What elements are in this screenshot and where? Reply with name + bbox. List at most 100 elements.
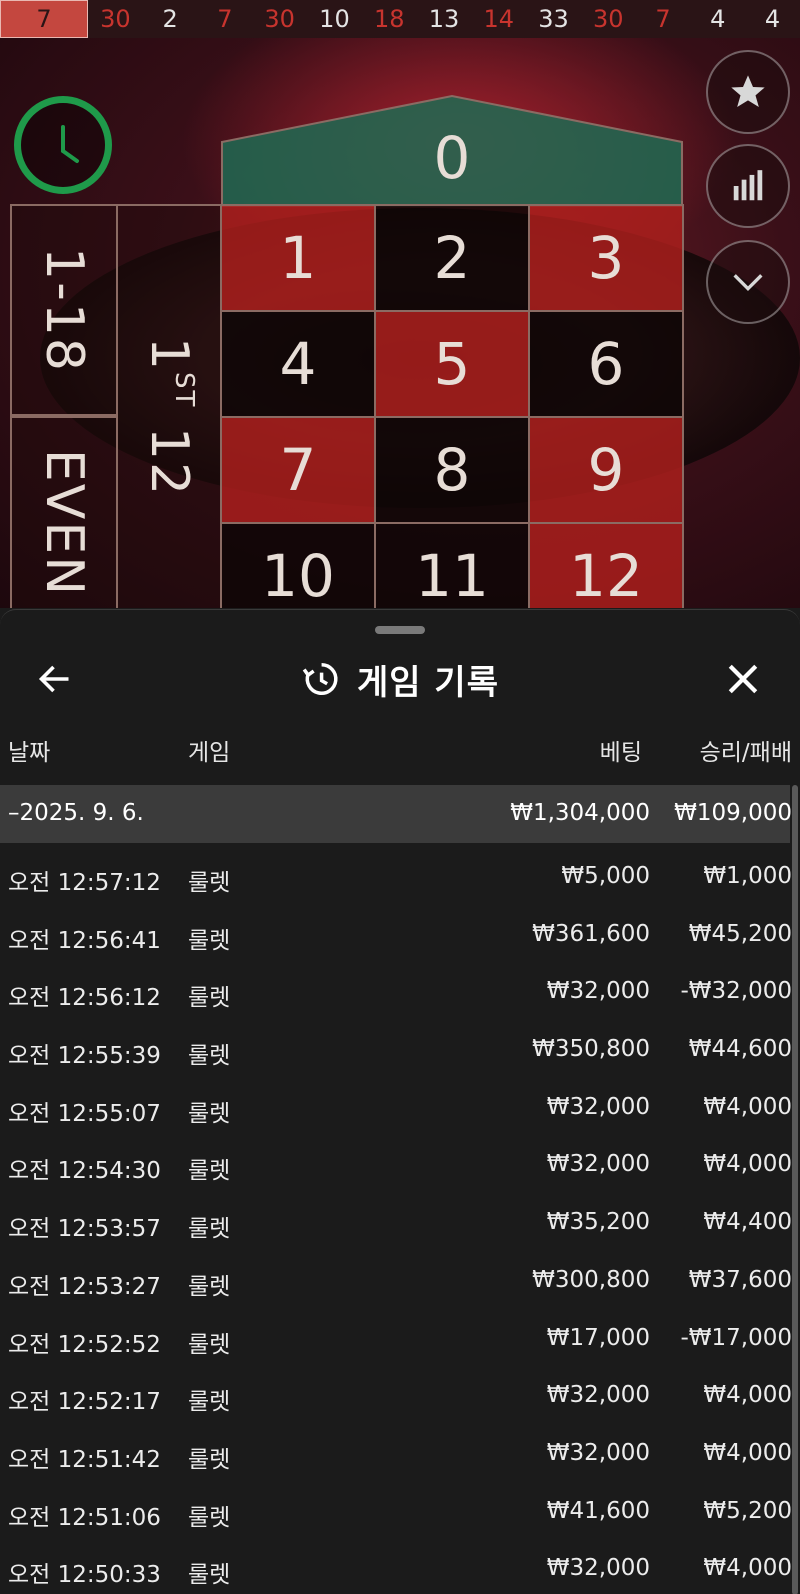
row-time: 오전 12:53:57 [8, 1216, 161, 1243]
row-bet: ₩17,000 [546, 1324, 650, 1351]
row-time: 오전 12:56:12 [8, 985, 161, 1012]
panel-title: 게임 기록 [357, 662, 499, 703]
row-result: ₩4,000 [703, 1151, 792, 1178]
row-time: 오전 12:50:33 [8, 1562, 161, 1589]
row-time: 오전 12:55:39 [8, 1043, 161, 1070]
history-rows: 오전 12:57:12 룰렛 ₩5,000 ₩1,000 오전 12:56:41 룰렛 ₩3… [0, 843, 792, 1593]
number-cell-5[interactable]: 5 [374, 310, 530, 418]
number-cell-9[interactable]: 9 [528, 416, 684, 524]
result-item: 4 [710, 5, 726, 33]
row-game: 룰렛 [188, 1216, 231, 1243]
number-cell-7[interactable]: 7 [220, 416, 376, 524]
history-row[interactable]: 오전 12:56:12 룰렛 ₩32,000 -₩32,000 [0, 958, 792, 1016]
number-cell-6[interactable]: 6 [528, 310, 684, 418]
drag-handle[interactable] [375, 626, 425, 634]
stats-icon [733, 170, 763, 201]
collapse-button[interactable] [706, 240, 790, 324]
row-result: -₩17,000 [680, 1324, 792, 1351]
panel-header: 게임 기록 [0, 644, 800, 714]
result-item: 10 [319, 5, 350, 33]
bet-1st-12[interactable]: 1ST 12 [116, 204, 222, 608]
row-game: 룰렛 [188, 985, 231, 1012]
row-bet: ₩32,000 [546, 1555, 650, 1582]
row-result: -₩32,000 [680, 978, 792, 1005]
history-row[interactable]: 오전 12:51:42 룰렛 ₩32,000 ₩4,000 [0, 1420, 792, 1478]
chevron-down-icon [733, 274, 763, 292]
favorite-button[interactable] [706, 50, 790, 134]
statistics-button[interactable] [706, 144, 790, 228]
zero-cell[interactable]: 0 [220, 94, 684, 208]
row-game: 룰렛 [188, 870, 231, 896]
row-time: 오전 12:55:07 [8, 1100, 161, 1127]
row-game: 룰렛 [188, 1043, 231, 1070]
bet-even-label: EVEN [34, 448, 94, 598]
row-time: 오전 12:53:27 [8, 1273, 161, 1300]
number-cell-10[interactable]: 10 [220, 522, 376, 608]
result-item: 33 [538, 5, 569, 33]
result-item: 30 [593, 5, 624, 33]
clock-icon [61, 125, 79, 163]
row-result: ₩4,000 [703, 1093, 792, 1120]
number-cell-12[interactable]: 12 [528, 522, 684, 608]
column-headers: 날짜 게임 베팅 승리/패배 [0, 723, 800, 773]
history-row[interactable]: 오전 12:57:12 룰렛 ₩5,000 ₩1,000 [0, 843, 792, 901]
svg-text:0: 0 [434, 124, 471, 192]
row-bet: ₩32,000 [546, 1382, 650, 1409]
round-timer [14, 96, 112, 194]
row-bet: ₩350,800 [532, 1036, 650, 1063]
betting-table: 0 1-18 EVEN 1ST 12 1 2 3 4 5 6 7 8 9 10 11 12 [10, 94, 694, 608]
history-row[interactable]: 오전 12:52:52 룰렛 ₩17,000 -₩17,000 [0, 1305, 792, 1363]
group-result-total: ₩109,000 [674, 800, 792, 826]
row-game: 룰렛 [188, 927, 231, 954]
row-bet: ₩32,000 [546, 1439, 650, 1466]
history-row[interactable]: 오전 12:51:06 룰렛 ₩41,600 ₩5,200 [0, 1478, 792, 1536]
number-cell-1[interactable]: 1 [220, 204, 376, 312]
result-item: 2 [162, 5, 178, 33]
column-header-result: 승리/패배 [699, 740, 792, 766]
row-bet: ₩41,600 [546, 1497, 650, 1524]
live-game-view: 0 1-18 EVEN 1ST 12 1 2 3 4 5 6 7 8 9 10 11 12 [0, 38, 800, 608]
history-row[interactable]: 오전 12:52:17 룰렛 ₩32,000 ₩4,000 [0, 1362, 792, 1420]
row-result: ₩1,000 [703, 863, 792, 889]
number-cell-2[interactable]: 2 [374, 204, 530, 312]
row-game: 룰렛 [188, 1331, 231, 1358]
arrow-left-icon [38, 665, 69, 693]
row-time: 오전 12:51:06 [8, 1504, 161, 1531]
close-button[interactable] [718, 654, 768, 704]
row-time: 오전 12:52:52 [8, 1331, 161, 1358]
number-cell-3[interactable]: 3 [528, 204, 684, 312]
row-result: ₩4,000 [703, 1382, 792, 1409]
history-row[interactable]: 오전 12:55:39 룰렛 ₩350,800 ₩44,600 [0, 1016, 792, 1074]
result-item: 7 [655, 5, 671, 33]
row-result: ₩44,600 [688, 1036, 792, 1063]
row-result: ₩5,200 [703, 1497, 792, 1524]
history-row[interactable]: 오전 12:55:07 룰렛 ₩32,000 ₩4,000 [0, 1074, 792, 1132]
history-row[interactable]: 오전 12:53:57 룰렛 ₩35,200 ₩4,400 [0, 1189, 792, 1247]
row-game: 룰렛 [188, 1273, 231, 1300]
history-row[interactable]: 오전 12:56:41 룰렛 ₩361,600 ₩45,200 [0, 901, 792, 959]
history-row[interactable]: 오전 12:50:33 룰렛 ₩32,000 ₩4,000 [0, 1535, 792, 1593]
column-header-game: 게임 [188, 740, 231, 766]
result-item: 30 [264, 5, 295, 33]
row-bet: ₩300,800 [532, 1266, 650, 1293]
history-row[interactable]: 오전 12:53:27 룰렛 ₩300,800 ₩37,600 [0, 1247, 792, 1305]
recent-results-strip: 7 30 2 7 30 10 18 13 14 33 30 7 4 4 [0, 0, 800, 38]
bet-even[interactable]: EVEN [10, 416, 118, 608]
result-item: 4 [764, 5, 781, 33]
column-header-bet: 베팅 [599, 740, 642, 766]
bet-1-18[interactable]: 1-18 [10, 204, 118, 416]
number-cell-8[interactable]: 8 [374, 416, 530, 524]
number-cell-11[interactable]: 11 [374, 522, 530, 608]
row-bet: ₩32,000 [546, 1093, 650, 1120]
star-icon [731, 75, 765, 107]
number-cell-4[interactable]: 4 [220, 310, 376, 418]
scrollbar[interactable] [792, 785, 798, 1594]
history-row[interactable]: 오전 12:54:30 룰렛 ₩32,000 ₩4,000 [0, 1131, 792, 1189]
row-game: 룰렛 [188, 1389, 231, 1416]
date-group-row[interactable]: –2025. 9. 6. ₩1,304,000 ₩109,000 [0, 785, 792, 843]
bet-1-18-label: 1-18 [34, 246, 95, 374]
row-bet: ₩32,000 [546, 978, 650, 1005]
row-bet: ₩35,200 [546, 1209, 650, 1236]
result-item: 18 [373, 5, 405, 33]
back-button[interactable] [30, 654, 80, 704]
